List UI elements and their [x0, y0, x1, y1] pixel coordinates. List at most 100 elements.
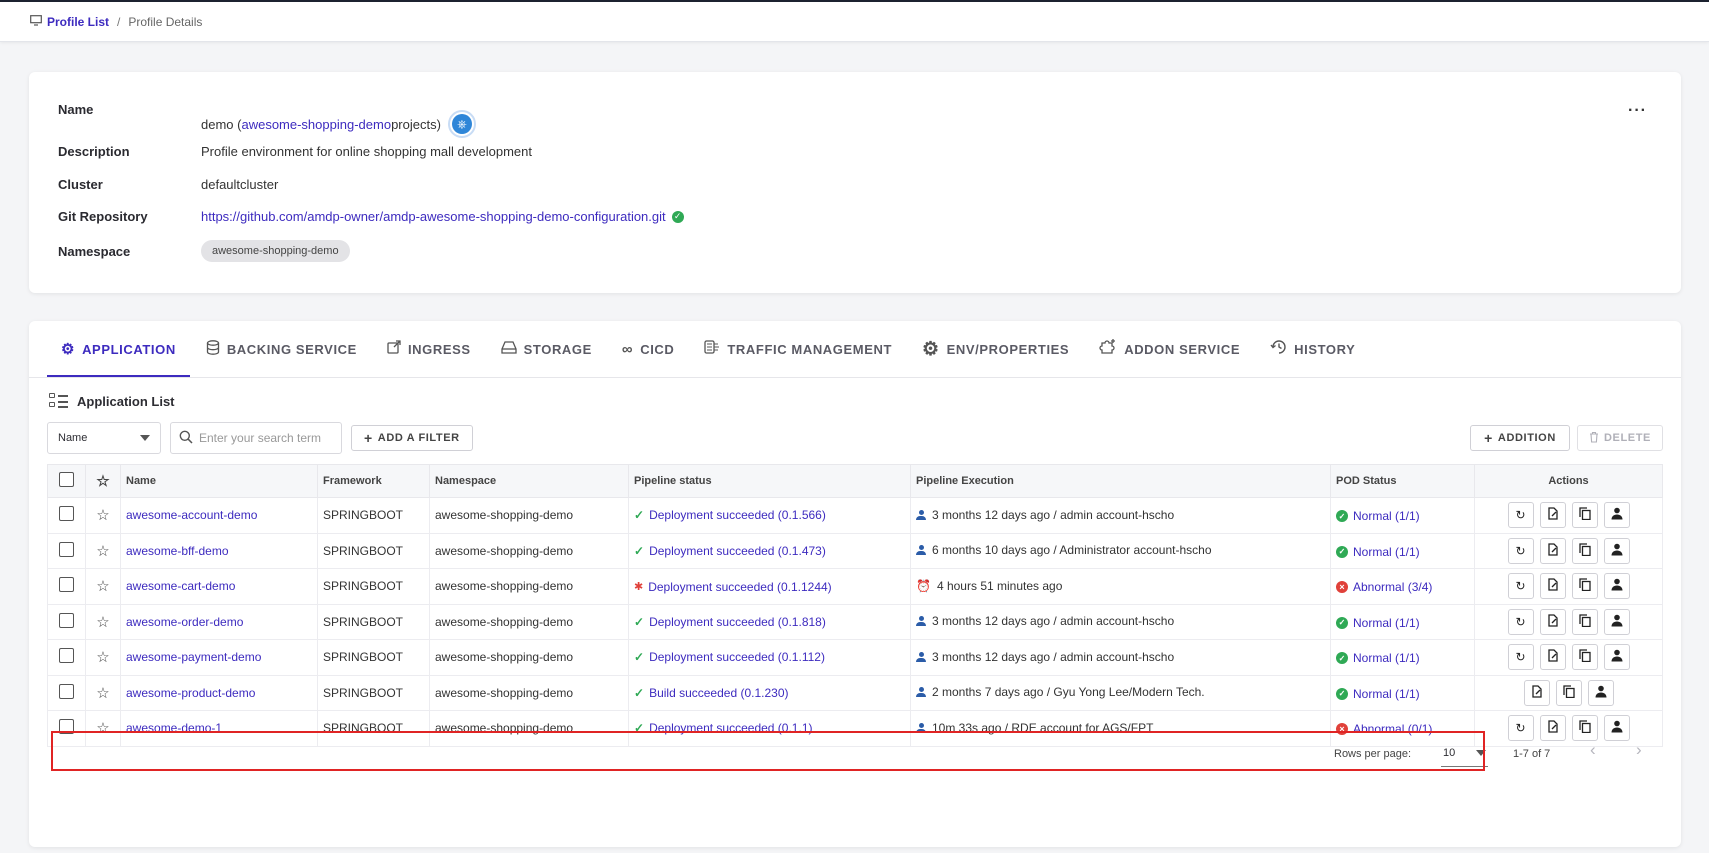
column-header-namespace[interactable]: Namespace — [429, 464, 629, 498]
app-name-link[interactable]: awesome-cart-demo — [126, 579, 235, 593]
column-header-pod-status[interactable]: POD Status — [1330, 464, 1475, 498]
app-name-link[interactable]: awesome-demo-1 — [126, 721, 222, 735]
edit-button[interactable] — [1539, 715, 1566, 742]
column-header-name[interactable]: Name — [120, 464, 318, 498]
user-permission-button[interactable] — [1603, 573, 1630, 600]
row-checkbox[interactable] — [59, 506, 74, 522]
row-checkbox[interactable] — [59, 648, 74, 664]
tab-history[interactable]: HISTORY — [1256, 321, 1369, 377]
star-icon[interactable]: ☆ — [96, 507, 109, 524]
search-input[interactable] — [199, 431, 329, 445]
app-name-link[interactable]: awesome-product-demo — [126, 686, 255, 700]
row-favorite-cell: ☆ — [85, 497, 121, 534]
refresh-button[interactable]: ↻ — [1507, 502, 1534, 529]
more-options-button[interactable]: ··· — [1628, 102, 1647, 120]
user-permission-button[interactable] — [1603, 537, 1630, 564]
user-permission-button[interactable] — [1603, 644, 1630, 671]
edit-button[interactable] — [1539, 608, 1566, 635]
refresh-button[interactable]: ↻ — [1507, 573, 1534, 600]
column-header-framework[interactable]: Framework — [317, 464, 430, 498]
user-permission-button[interactable] — [1603, 502, 1630, 529]
edit-button[interactable] — [1539, 644, 1566, 671]
pod-status-link[interactable]: × Abnormal (3/4) — [1336, 580, 1432, 594]
copy-button[interactable] — [1555, 679, 1582, 706]
copy-button[interactable] — [1571, 608, 1598, 635]
refresh-button[interactable]: ↻ — [1507, 537, 1534, 564]
pipeline-status-link[interactable]: ✓ Deployment succeeded (0.1.473) — [634, 544, 826, 558]
app-name-link[interactable]: awesome-account-demo — [126, 508, 257, 522]
refresh-button[interactable]: ↻ — [1507, 608, 1534, 635]
pipeline-status-link[interactable]: ✓ Deployment succeeded (0.1.1) — [634, 721, 813, 735]
select-all-checkbox[interactable] — [59, 472, 74, 487]
app-name-link[interactable]: awesome-order-demo — [126, 615, 243, 629]
edit-button[interactable] — [1539, 537, 1566, 564]
app-name-link[interactable]: awesome-bff-demo — [126, 544, 229, 558]
pipeline-status-link[interactable]: ✓ Deployment succeeded (0.1.566) — [634, 508, 826, 522]
edit-button[interactable] — [1539, 502, 1566, 529]
filter-field-select[interactable]: Name — [47, 422, 161, 454]
rows-per-page-select[interactable]: 10 — [1441, 739, 1488, 767]
breadcrumb-root-link[interactable]: Profile List — [30, 15, 109, 29]
tab-addon-service[interactable]: ADDON SERVICE — [1085, 321, 1254, 377]
pipeline-status-link[interactable]: ✓ Deployment succeeded (0.1.818) — [634, 615, 826, 629]
pipeline-status-cell: ✓ Deployment succeeded (0.1.818) — [628, 603, 911, 640]
copy-button[interactable] — [1571, 537, 1598, 564]
user-permission-button[interactable] — [1603, 608, 1630, 635]
copy-button[interactable] — [1571, 715, 1598, 742]
refresh-button[interactable]: ↻ — [1507, 644, 1534, 671]
actions-cell: ↻ — [1474, 603, 1663, 640]
pod-status-link[interactable]: ✓ Normal (1/1) — [1336, 509, 1420, 523]
pipeline-status-link[interactable]: ✓ Deployment succeeded (0.1.112) — [634, 650, 825, 664]
chevron-right-icon[interactable]: › — [1636, 740, 1642, 760]
row-checkbox[interactable] — [59, 541, 74, 557]
copy-button[interactable] — [1571, 573, 1598, 600]
add-filter-button[interactable]: + ADD A FILTER — [351, 425, 473, 451]
column-header-pipeline-execution[interactable]: Pipeline Execution — [910, 464, 1331, 498]
star-icon[interactable]: ☆ — [96, 685, 109, 702]
pod-status-link[interactable]: ✓ Normal (1/1) — [1336, 545, 1420, 559]
pipeline-status-link[interactable]: ✱ Deployment succeeded (0.1.1244) — [634, 580, 832, 594]
row-checkbox[interactable] — [59, 577, 74, 593]
column-header-actions: Actions — [1474, 464, 1663, 498]
git-repository-link[interactable]: https://github.com/amdp-owner/amdp-aweso… — [201, 209, 666, 224]
alarm-clock-icon: ⏰ — [916, 579, 931, 594]
star-icon[interactable]: ☆ — [96, 720, 109, 737]
row-checkbox[interactable] — [59, 719, 74, 735]
star-icon[interactable]: ☆ — [96, 578, 109, 595]
tab-application[interactable]: ⚙ APPLICATION — [47, 321, 190, 377]
tab-cicd[interactable]: ∞ CICD — [608, 321, 688, 377]
row-checkbox[interactable] — [59, 612, 74, 628]
delete-button[interactable]: DELETE — [1577, 425, 1663, 451]
project-link[interactable]: awesome-shopping-demo — [241, 117, 391, 132]
star-icon[interactable]: ☆ — [96, 473, 109, 490]
column-header-pipeline-status[interactable]: Pipeline status — [628, 464, 911, 498]
addition-button[interactable]: + ADDITION — [1470, 425, 1570, 451]
tab-backing-service[interactable]: BACKING SERVICE — [192, 321, 371, 377]
star-icon[interactable]: ☆ — [96, 649, 109, 666]
edit-button[interactable] — [1539, 573, 1566, 600]
tab-traffic-management[interactable]: TRAFFIC MANAGEMENT — [690, 321, 906, 377]
tab-storage[interactable]: STORAGE — [487, 321, 606, 377]
star-icon[interactable]: ☆ — [96, 614, 109, 631]
pagination-range: 1-7 of 7 — [1513, 748, 1551, 760]
pod-status-link[interactable]: ✓ Normal (1/1) — [1336, 616, 1420, 630]
copy-button[interactable] — [1571, 644, 1598, 671]
tab-ingress[interactable]: INGRESS — [373, 321, 485, 377]
chevron-left-icon[interactable]: ‹ — [1590, 740, 1596, 760]
copy-button[interactable] — [1571, 502, 1598, 529]
refresh-button[interactable]: ↻ — [1507, 715, 1534, 742]
pipeline-status-cell: ✓ Deployment succeeded (0.1.112) — [628, 639, 911, 676]
pod-status-link[interactable]: × Abnormal (0/1) — [1336, 722, 1432, 736]
user-permission-button[interactable] — [1603, 715, 1630, 742]
pod-status-link[interactable]: ✓ Normal (1/1) — [1336, 651, 1420, 665]
edit-button[interactable] — [1523, 679, 1550, 706]
pipeline-status-link[interactable]: ✓ Build succeeded (0.1.230) — [634, 686, 789, 700]
pipeline-execution-cell: 2 months 7 days ago / Gyu Yong Lee/Moder… — [910, 674, 1331, 711]
tab-env-properties[interactable]: ⚙ ENV/PROPERTIES — [908, 321, 1083, 377]
star-icon[interactable]: ☆ — [96, 543, 109, 560]
user-permission-button[interactable] — [1587, 679, 1614, 706]
pod-status-link[interactable]: ✓ Normal (1/1) — [1336, 687, 1420, 701]
pipeline-status-text: Deployment succeeded (0.1.1) — [649, 721, 813, 736]
app-name-link[interactable]: awesome-payment-demo — [126, 650, 261, 664]
row-checkbox[interactable] — [59, 683, 74, 699]
